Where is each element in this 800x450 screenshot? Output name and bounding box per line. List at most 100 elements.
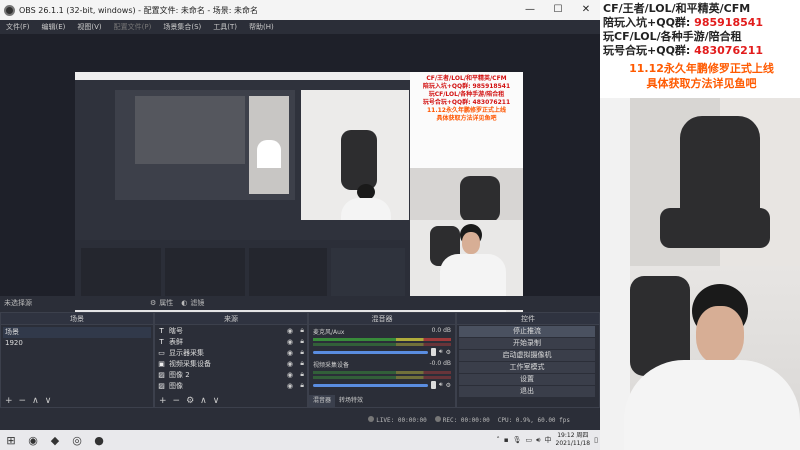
start-recording-button[interactable]: 开始录制	[459, 338, 595, 349]
eye-icon[interactable]: ◉	[287, 382, 293, 390]
eye-icon[interactable]: ◉	[287, 327, 293, 335]
obs-app-icon[interactable]: ◎	[66, 430, 88, 450]
move-down-button[interactable]: ∨	[45, 396, 52, 406]
speaker-icon[interactable]: 🔊︎	[439, 381, 443, 389]
tab-mixer[interactable]: 混音器	[309, 395, 336, 407]
scene-item[interactable]: 场景	[3, 327, 151, 338]
no-source-label: 未选择源	[4, 299, 32, 307]
move-up-button[interactable]: ∧	[200, 396, 207, 406]
source-item[interactable]: ▨ 图像 2 ◉ 🔒︎	[155, 369, 307, 380]
gear-icon: ⚙	[150, 299, 157, 307]
minimize-button[interactable]: —	[516, 0, 544, 20]
lock-icon[interactable]: 🔒︎	[300, 337, 304, 346]
menu-profile[interactable]: 配置文件(P)	[108, 22, 158, 32]
channel-db: 0.0 dB	[431, 327, 451, 334]
volume-meter	[313, 343, 451, 346]
obs-logo-icon	[4, 4, 15, 16]
move-up-button[interactable]: ∧	[32, 396, 39, 406]
microphone-icon[interactable]: 🎙︎	[513, 436, 522, 444]
eye-icon[interactable]: ◉	[287, 371, 293, 379]
live-status: LIVE: 00:00:00	[368, 416, 427, 424]
menu-edit[interactable]: 编辑(E)	[36, 22, 72, 32]
menu-scene-collection[interactable]: 场景集合(S)	[157, 22, 207, 32]
source-settings-button[interactable]: ⚙	[186, 396, 194, 406]
lock-icon[interactable]: 🔒︎	[300, 359, 304, 368]
scene-list: 场景 1920	[1, 325, 153, 351]
volume-fader[interactable]: 🔊︎ ⚙	[313, 381, 451, 389]
lock-icon[interactable]: 🔒︎	[300, 348, 304, 357]
menu-file[interactable]: 文件(F)	[0, 22, 36, 32]
notification-icon[interactable]: ▯	[594, 436, 598, 444]
exit-button[interactable]: 退出	[459, 386, 595, 397]
speaker-icon[interactable]: 🔊︎	[439, 348, 443, 356]
source-item[interactable]: T 表鲜 ◉ 🔒︎	[155, 336, 307, 347]
channel-name: 麦克风/Aux	[313, 329, 345, 336]
app-icon[interactable]: ◆	[44, 430, 66, 450]
lock-icon[interactable]: 🔒︎	[300, 381, 304, 390]
filter-icon: ◐	[181, 299, 188, 307]
windows-start-icon[interactable]: ⊞	[0, 430, 22, 450]
mixer-dock: 混音器 麦克风/Aux 0.0 dB 🔊︎ ⚙ 视频采集设备 -0.0 dB 🔊…	[308, 312, 456, 408]
filters-button[interactable]: ◐ 滤镜	[181, 298, 204, 308]
close-button[interactable]: ✕	[572, 0, 600, 20]
room-camera-image	[600, 98, 800, 266]
webcam-panel: CF/王者/LOL/和平精英/CFM 陪玩入坑+QQ群: 985918541 玩…	[600, 0, 800, 450]
gear-icon[interactable]: ⚙	[446, 382, 451, 389]
stop-streaming-button[interactable]: 停止推流	[459, 326, 595, 337]
add-scene-button[interactable]: +	[5, 396, 13, 406]
nested-preview	[115, 90, 295, 200]
browser-icon[interactable]: ◉	[22, 430, 44, 450]
obs-window: OBS 26.1.1 (32-bit, windows) - 配置文件: 未命名…	[0, 0, 600, 450]
menu-bar: 文件(F) 编辑(E) 视图(V) 配置文件(P) 场景集合(S) 工具(T) …	[0, 20, 600, 34]
source-item[interactable]: ▨ 图像 ◉ 🔒︎	[155, 380, 307, 391]
live-dot-icon	[368, 416, 375, 422]
input-method[interactable]: 中	[545, 435, 552, 445]
sources-toolbar: + − ⚙ ∧ ∨	[155, 395, 307, 407]
camera-source: CF/王者/LOL/和平精英/CFM 陪玩入坑+QQ群: 985918541 玩…	[410, 72, 523, 324]
mixer-channel-video: 视频采集设备 -0.0 dB 🔊︎ ⚙	[309, 358, 455, 391]
maximize-button[interactable]: ☐	[544, 0, 572, 20]
network-icon[interactable]: ▭	[526, 436, 533, 444]
status-bar: LIVE: 00:00:00 REC: 00:00:00 CPU: 0.9%, …	[0, 410, 600, 430]
clock[interactable]: 19:12 周四 2021/11/18	[556, 432, 591, 448]
lock-icon[interactable]: 🔒︎	[300, 370, 304, 379]
controls-dock: 控件 停止推流 开始录制 启动虚拟摄像机 工作室模式 设置 退出	[456, 312, 600, 408]
remove-scene-button[interactable]: −	[19, 396, 27, 406]
source-item[interactable]: ▭ 显示器采集 ◉ 🔒︎	[155, 347, 307, 358]
source-item[interactable]: ▣ 视频采集设备 ◉ 🔒︎	[155, 358, 307, 369]
settings-button[interactable]: 设置	[459, 374, 595, 385]
volume-fader[interactable]: 🔊︎ ⚙	[313, 348, 451, 356]
sources-header: 来源	[155, 313, 307, 325]
menu-help[interactable]: 帮助(H)	[243, 22, 280, 32]
move-down-button[interactable]: ∨	[213, 396, 220, 406]
tab-transitions[interactable]: 转场特效	[335, 395, 367, 407]
properties-button[interactable]: ⚙ 属性	[150, 298, 173, 308]
preview-canvas[interactable]: CF/王者/LOL/和平精英/CFM 陪玩入坑+QQ群: 985918541 玩…	[75, 72, 523, 324]
mixer-channel-mic: 麦克风/Aux 0.0 dB 🔊︎ ⚙	[309, 325, 455, 358]
preview-area[interactable]: CF/王者/LOL/和平精英/CFM 陪玩入坑+QQ群: 985918541 玩…	[0, 34, 600, 324]
start-virtual-camera-button[interactable]: 启动虚拟摄像机	[459, 350, 595, 361]
tray-app-icon[interactable]: ▪	[504, 436, 509, 444]
scenes-dock: 场景 场景 1920 + − ∧ ∨	[0, 312, 154, 408]
eye-icon[interactable]: ◉	[287, 360, 293, 368]
add-source-button[interactable]: +	[159, 396, 167, 406]
menu-view[interactable]: 视图(V)	[71, 22, 107, 32]
eye-icon[interactable]: ◉	[287, 338, 293, 346]
fader-knob[interactable]	[430, 348, 436, 356]
window-title: OBS 26.1.1 (32-bit, windows) - 配置文件: 未命名…	[19, 5, 259, 15]
gear-icon[interactable]: ⚙	[446, 349, 451, 356]
menu-tools[interactable]: 工具(T)	[207, 22, 243, 32]
studio-mode-button[interactable]: 工作室模式	[459, 362, 595, 373]
fader-knob[interactable]	[430, 381, 436, 389]
volume-icon[interactable]: 🔊︎	[536, 436, 540, 445]
eye-icon[interactable]: ◉	[287, 349, 293, 357]
image-icon: ▨	[158, 381, 165, 390]
lock-icon[interactable]: 🔒︎	[300, 326, 304, 335]
volume-meter	[313, 371, 451, 374]
scene-item[interactable]: 1920	[3, 338, 151, 349]
source-item[interactable]: T 瞎号 ◉ 🔒︎	[155, 325, 307, 336]
remove-source-button[interactable]: −	[173, 396, 181, 406]
text-source-icon: T	[159, 326, 164, 335]
chevron-up-icon[interactable]: ˄	[496, 436, 500, 444]
game-app-icon[interactable]: ●	[88, 430, 110, 450]
